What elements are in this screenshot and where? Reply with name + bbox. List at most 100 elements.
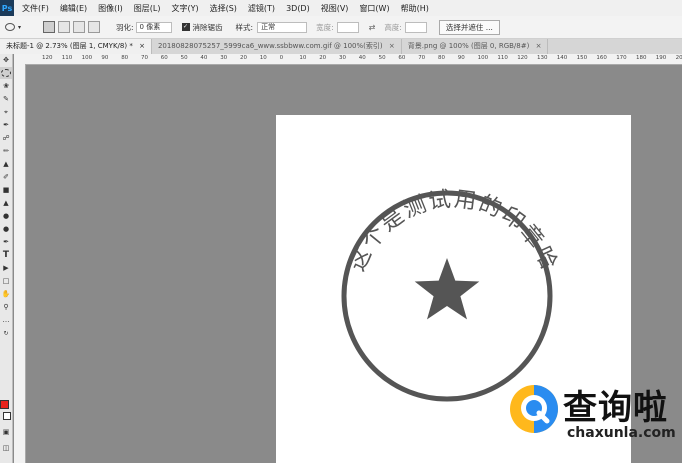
ruler-tick-label: 40 — [200, 55, 208, 61]
options-bar: ▾ 羽化: 0 像素 ✓ 消除锯齿 样式: 正常 宽度: ⇄ 高度: 选择并遮住… — [0, 16, 682, 39]
tab-label: 背景.png @ 100% (图层 0, RGB/8#) — [407, 42, 530, 50]
tool-panel: ✥ ❀ ✎ ⌖ ✒ ☍ ✏ ▲ ✐ ■ ▲ ● ● ✒ T ▶ □ ✋ ⚲ … … — [0, 54, 13, 463]
height-label: 高度: — [384, 22, 402, 32]
swap-colors-icon[interactable]: ↻ — [0, 327, 12, 339]
healing-brush-tool-icon[interactable]: ☍ — [0, 132, 12, 144]
close-icon[interactable]: × — [139, 42, 145, 50]
eyedropper-tool-icon[interactable]: ✒ — [0, 119, 12, 131]
tab-label: 未标题-1 @ 2.73% (图层 1, CMYK/8) * — [6, 42, 133, 50]
ruler-tick-label: 70 — [141, 55, 148, 61]
history-brush-tool-icon[interactable]: ✐ — [0, 171, 12, 183]
ruler-tick-label: 30 — [220, 55, 228, 61]
move-tool-icon[interactable]: ✥ — [0, 54, 12, 66]
crop-tool-icon[interactable]: ⌖ — [0, 106, 12, 118]
width-label: 宽度: — [316, 22, 334, 32]
star-icon — [414, 258, 480, 320]
ruler-tick-label: 170 — [616, 55, 627, 61]
ruler-tick-label: 190 — [655, 55, 667, 61]
height-input[interactable] — [404, 21, 427, 33]
ruler-tick-label: 40 — [358, 55, 366, 61]
intersect-selection-button[interactable] — [88, 21, 101, 33]
ruler-tick-label: 10 — [259, 55, 267, 61]
menu-file[interactable]: 文件(F) — [22, 3, 49, 14]
ruler-tick-label: 110 — [497, 55, 508, 61]
swap-icon[interactable]: ⇄ — [369, 23, 376, 32]
ruler-tick-label: 70 — [418, 55, 426, 61]
tab-gif[interactable]: 20180828075257_5999ca6_www.ssbbww.com.gi… — [152, 39, 402, 54]
menu-image[interactable]: 图像(I) — [98, 3, 123, 14]
ruler-tick-label: 150 — [576, 55, 588, 61]
menu-type[interactable]: 文字(Y) — [171, 3, 198, 14]
menu-window[interactable]: 窗口(W) — [359, 3, 389, 14]
gradient-tool-icon[interactable]: ▲ — [0, 197, 12, 209]
background-color-swatch[interactable] — [3, 412, 11, 420]
stamp-tool-icon[interactable]: ▲ — [0, 158, 12, 170]
width-input[interactable] — [336, 21, 359, 33]
screen-mode-icon[interactable]: ◫ — [0, 442, 12, 454]
dodge-tool-icon[interactable]: ● — [0, 223, 12, 235]
close-icon[interactable]: × — [536, 42, 542, 50]
menu-layer[interactable]: 图层(L) — [134, 3, 161, 14]
ruler-tick-label: 20 — [240, 55, 247, 61]
lasso-tool-icon[interactable]: ❀ — [0, 80, 12, 92]
blur-tool-icon[interactable]: ● — [0, 210, 12, 222]
ruler-tick-label: 90 — [457, 55, 465, 61]
ruler-tick-label: 60 — [398, 55, 406, 61]
ruler-tick-label: 90 — [101, 55, 109, 61]
ruler-tick-label: 140 — [556, 55, 568, 61]
ellipse-marquee-icon[interactable] — [5, 23, 15, 31]
ruler-tick-label: 80 — [121, 55, 129, 61]
vertical-ruler[interactable] — [14, 64, 26, 463]
ruler-tick-label: 180 — [636, 55, 647, 61]
select-mask-button[interactable]: 选择并遮住 ... — [438, 19, 500, 35]
more-tools-icon[interactable]: … — [0, 314, 12, 326]
tab-untitled-1[interactable]: 未标题-1 @ 2.73% (图层 1, CMYK/8) * × — [0, 39, 152, 54]
eraser-tool-icon[interactable]: ■ — [0, 184, 12, 196]
quick-select-tool-icon[interactable]: ✎ — [0, 93, 12, 105]
watermark-url: chaxunla.com — [567, 425, 676, 441]
ruler-tick-label: 200 — [675, 55, 682, 61]
ruler-tick-label: 130 — [537, 55, 548, 61]
tab-label: 20180828075257_5999ca6_www.ssbbww.com.gi… — [157, 42, 383, 50]
ruler-tick-label: 160 — [596, 55, 607, 61]
menu-view[interactable]: 视图(V) — [321, 3, 349, 14]
menu-help[interactable]: 帮助(H) — [401, 3, 429, 14]
menu-select[interactable]: 选择(S) — [210, 3, 237, 14]
quick-mask-icon[interactable]: ▣ — [0, 426, 12, 438]
menu-filter[interactable]: 滤镜(T) — [248, 3, 275, 14]
feather-label: 羽化: — [116, 22, 134, 32]
foreground-color-swatch[interactable] — [0, 400, 9, 409]
site-watermark: 查询啦 chaxunla.com — [505, 378, 676, 442]
menu-edit[interactable]: 编辑(E) — [60, 3, 87, 14]
add-selection-button[interactable] — [58, 21, 71, 33]
ruler-tick-label: 80 — [438, 55, 445, 61]
stamp-text: 这个是测试用的印章哈 — [345, 187, 562, 275]
type-tool-icon[interactable]: T — [0, 249, 12, 261]
horizontal-ruler[interactable]: 120 110 100 90 80 70 60 50 40 30 20 10 0 10 20 30 40 50 60… — [26, 54, 682, 65]
style-label: 样式: — [235, 22, 254, 32]
subtract-selection-button[interactable] — [73, 21, 86, 33]
hand-tool-icon[interactable]: ✋ — [0, 288, 12, 300]
menu-3d[interactable]: 3D(D) — [286, 4, 310, 13]
antialias-label: 消除锯齿 — [192, 22, 223, 32]
zoom-tool-icon[interactable]: ⚲ — [0, 301, 12, 313]
antialias-checkbox[interactable]: ✓ — [181, 23, 190, 31]
ruler-tick-label: 120 — [517, 55, 528, 61]
marquee-tool-icon[interactable] — [0, 67, 12, 79]
document-tabs: 未标题-1 @ 2.73% (图层 1, CMYK/8) * × 2018082… — [0, 39, 682, 54]
chevron-down-icon[interactable]: ▾ — [18, 24, 21, 31]
brush-tool-icon[interactable]: ✏ — [0, 145, 12, 157]
pen-tool-icon[interactable]: ✒ — [0, 236, 12, 248]
ruler-tick-label: 0 — [279, 55, 284, 61]
close-icon[interactable]: × — [389, 42, 395, 50]
path-select-tool-icon[interactable]: ▶ — [0, 262, 12, 274]
watermark-title: 查询啦 — [563, 388, 668, 428]
feather-input[interactable]: 0 像素 — [135, 21, 172, 33]
ruler-tick-label: 60 — [160, 55, 168, 61]
new-selection-button[interactable] — [43, 21, 56, 33]
shape-tool-icon[interactable]: □ — [0, 275, 12, 287]
app-logo: Ps — [0, 0, 14, 16]
style-select[interactable]: 正常 — [257, 21, 308, 33]
ruler-tick-label: 10 — [299, 55, 307, 61]
tab-background-png[interactable]: 背景.png @ 100% (图层 0, RGB/8#) × — [402, 39, 549, 54]
